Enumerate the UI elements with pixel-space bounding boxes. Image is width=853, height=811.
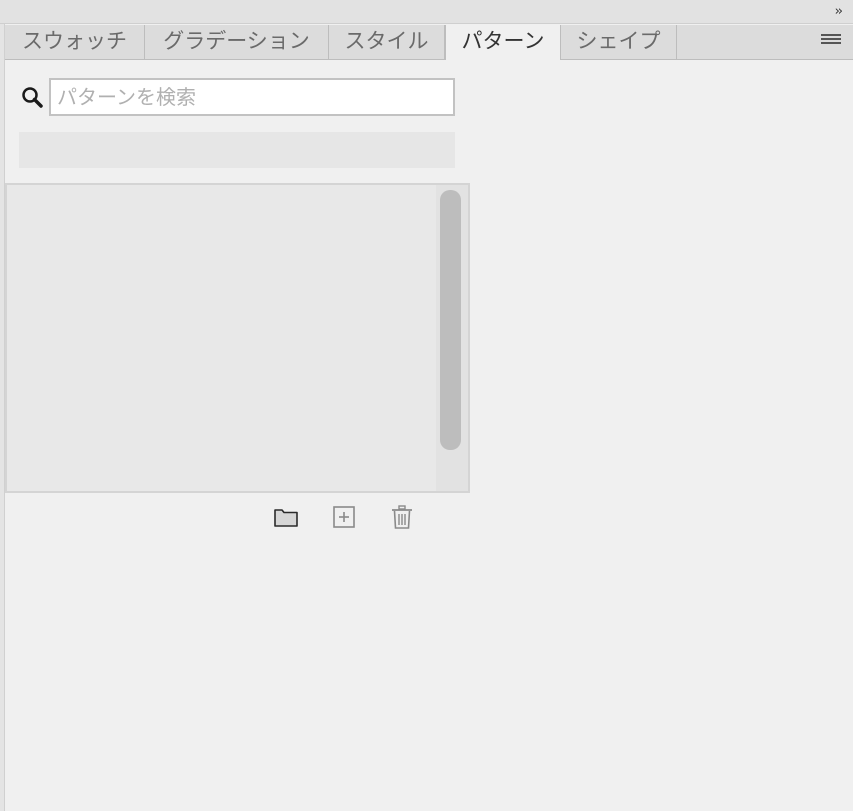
collapse-panel-button[interactable]: ›› (835, 3, 844, 21)
scrollbar-thumb[interactable] (440, 190, 461, 450)
add-pattern-icon (333, 506, 355, 528)
tab-gradients[interactable]: グラデーション (145, 25, 329, 59)
new-pattern-button[interactable] (330, 503, 358, 531)
search-input[interactable] (49, 78, 455, 116)
panel-tab-bar: スウォッチ グラデーション スタイル パターン シェイプ (5, 25, 853, 60)
pattern-group-bar[interactable] (19, 132, 455, 168)
panel-title-bar: ›› (0, 0, 853, 24)
hamburger-line (821, 42, 841, 44)
tab-swatches[interactable]: スウォッチ (5, 25, 145, 59)
panel-menu-button[interactable] (821, 34, 841, 48)
trash-icon (392, 505, 412, 529)
search-icon (21, 86, 43, 108)
hamburger-menu-icon (821, 34, 841, 36)
new-group-button[interactable] (272, 503, 300, 531)
tab-patterns[interactable]: パターン (445, 25, 561, 60)
patterns-panel: ›› スウォッチ グラデーション スタイル パターン シェイプ (0, 0, 853, 811)
tab-shapes[interactable]: シェイプ (561, 25, 677, 59)
hamburger-line (821, 38, 841, 40)
delete-pattern-button[interactable] (388, 503, 416, 531)
folder-icon (274, 509, 298, 527)
tab-styles[interactable]: スタイル (329, 25, 445, 59)
pattern-list[interactable] (5, 183, 470, 493)
